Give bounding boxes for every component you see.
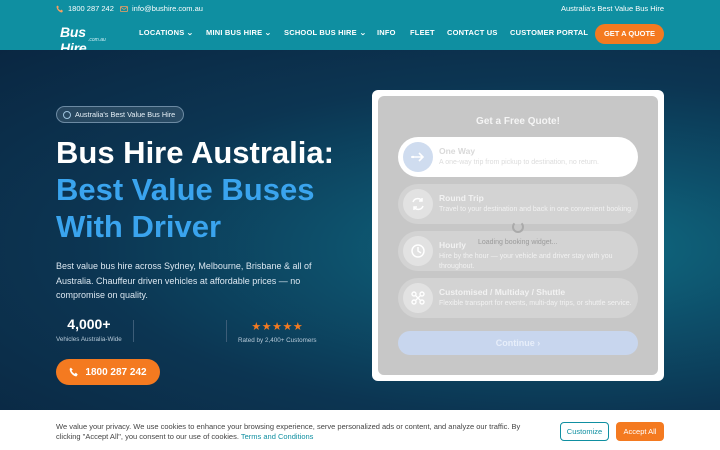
hero-badge-text: Australia's Best Value Bus Hire [75,110,176,119]
arrow-right-icon [403,142,433,172]
top-contact-bar: 1800 287 242 info@bushire.com.au Austral… [0,0,720,18]
chevron-down-icon: ⌄ [359,30,367,37]
phone-icon [56,5,63,12]
hero-section: Australia's Best Value Bus Hire Bus Hire… [0,50,720,450]
hero-badge: Australia's Best Value Bus Hire [56,106,185,123]
nav-fleet[interactable]: FLEET [410,28,435,37]
vehicles-stat: 4,000+ Vehicles Australia-Wide [56,316,122,343]
cookie-consent-banner: We value your privacy. We use cookies to… [0,410,720,450]
nav-mini-bus-hire[interactable]: MINI BUS HIRE ⌄ [206,28,273,37]
get-a-quote-button[interactable]: GET A QUOTE [595,24,664,44]
trip-option-round-trip[interactable]: Round Trip Travel to your destination an… [398,184,638,224]
loading-message: Loading booking widget... [478,239,558,246]
rating-stars-icon: ★★★★★ [251,321,304,333]
terms-link[interactable]: Terms and Conditions [241,432,314,441]
site-logo[interactable]: Bus Hire .com.au [56,22,114,56]
hero-headline-line1: Bus Hire Australia: [56,135,334,170]
trip-option-desc: A one-way trip from pickup to destinatio… [439,159,599,166]
trip-option-name: Customised / Multiday / Shuttle [439,287,566,297]
round-trip-icon [403,189,433,219]
nav-info[interactable]: INFO [377,28,396,37]
nav-school-bus-hire[interactable]: SCHOOL BUS HIRE ⌄ [284,28,366,37]
trip-option-hourly[interactable]: Hourly Hire by the hour — your vehicle a… [398,231,638,271]
nav-locations-label: LOCATIONS [139,28,185,37]
stat-divider [226,320,227,342]
nav-customer-portal[interactable]: CUSTOMER PORTAL [510,28,588,37]
nav-school-bus-label: SCHOOL BUS HIRE [284,28,357,37]
clock-icon [403,236,433,266]
trip-option-desc: Travel to your destination and back in o… [439,206,633,213]
mail-icon [120,5,128,12]
vehicles-stat-number: 4,000+ [67,316,111,332]
main-nav: Bus Hire .com.au LOCATIONS ⌄ MINI BUS HIR… [0,18,720,56]
customize-button[interactable]: Customize [560,422,609,441]
trip-option-customised[interactable]: Customised / Multiday / Shuttle Flexible… [398,278,638,318]
quote-widget-title: Get a Free Quote! [476,116,560,127]
topbar-phone-text: 1800 287 242 [68,4,114,13]
call-phone-label: 1800 287 242 [85,366,147,378]
rating-label: Rated by 2,400+ Customers [238,337,317,344]
route-icon [403,283,433,313]
trip-option-desc: Hire by the hour — your vehicle and driv… [439,253,613,270]
rating-stat: ★★★★★ Rated by 2,400+ Customers [238,320,317,344]
nav-mini-bus-label: MINI BUS HIRE [206,28,263,37]
hero-headline-line2: Best Value Buses [56,172,315,207]
topbar-tagline: Australia's Best Value Bus Hire [560,4,664,13]
trip-option-one-way[interactable]: One Way A one-way trip from pickup to de… [398,137,638,177]
nav-contact-us[interactable]: CONTACT US [447,28,498,37]
nav-locations[interactable]: LOCATIONS ⌄ [139,28,194,37]
phone-icon [70,367,79,377]
continue-button[interactable]: Continue › [398,331,638,355]
trip-option-name: Hourly [439,240,466,250]
accept-all-button[interactable]: Accept All [616,422,664,441]
stat-divider [133,320,134,342]
loading-spinner-icon [512,221,524,233]
topbar-email-text: info@bushire.com.au [132,4,203,13]
hero-description: Best value bus hire across Sydney, Melbo… [56,261,312,300]
quote-widget-card: Get a Free Quote! One Way A one-way trip… [372,90,664,381]
cookie-text-block: We value your privacy. We use cookies to… [56,422,546,442]
topbar-phone[interactable]: 1800 287 242 [56,4,114,13]
topbar-email[interactable]: info@bushire.com.au [120,4,203,13]
trip-option-name: Round Trip [439,193,484,203]
trip-option-name: One Way [439,146,476,156]
logo-domain: .com.au [88,37,106,43]
badge-dot-icon [63,110,71,119]
trip-option-desc: Flexible transport for events, multi-day… [439,300,632,307]
chevron-down-icon: ⌄ [186,30,195,37]
call-phone-button[interactable]: 1800 287 242 [56,359,160,385]
vehicles-stat-label: Vehicles Australia-Wide [56,336,122,343]
chevron-down-icon: ⌄ [264,30,273,37]
hero-headline-line3: With Driver [56,209,222,244]
quote-widget-overlay: Get a Free Quote! One Way A one-way trip… [378,96,658,375]
